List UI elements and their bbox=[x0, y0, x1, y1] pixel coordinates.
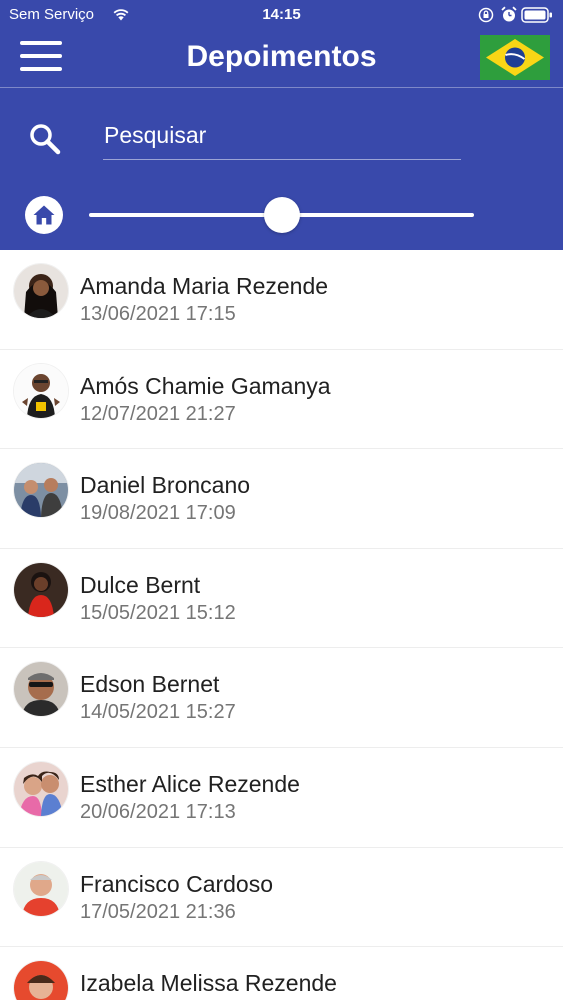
avatar bbox=[14, 264, 68, 318]
battery-icon bbox=[521, 7, 552, 23]
avatar bbox=[14, 761, 68, 816]
testimonial-date: 14/05/2021 15:27 bbox=[80, 701, 236, 724]
status-bar: Sem Serviço 14:15 bbox=[0, 0, 563, 30]
testimonial-name: Dulce Bernt bbox=[80, 571, 201, 598]
list-item[interactable]: Edson Bernet 14/05/2021 15:27 bbox=[0, 648, 563, 748]
testimonial-name: Francisco Cardoso bbox=[80, 870, 274, 897]
list-item[interactable]: Amós Chamie Gamanya 12/07/2021 21:27 bbox=[0, 350, 563, 450]
list-item[interactable]: Daniel Broncano 19/08/2021 17:09 bbox=[0, 449, 563, 549]
testimonial-name: Edson Bernet bbox=[80, 671, 220, 698]
orientation-lock-icon bbox=[478, 7, 494, 23]
top-bar: Depoimentos bbox=[0, 30, 563, 87]
slider-thumb[interactable] bbox=[263, 197, 300, 233]
alarm-icon bbox=[501, 6, 517, 22]
testimonial-date: 12/07/2021 21:27 bbox=[80, 402, 236, 425]
avatar bbox=[14, 662, 68, 717]
testimonial-name: Daniel Broncano bbox=[80, 472, 251, 499]
avatar bbox=[14, 861, 68, 916]
list-item[interactable]: Amanda Maria Rezende 13/06/2021 17:15 bbox=[0, 250, 563, 350]
list-item[interactable]: Esther Alice Rezende 20/06/2021 17:13 bbox=[0, 748, 563, 848]
testimonial-date: 19/08/2021 17:09 bbox=[80, 502, 236, 525]
testimonial-list: Amanda Maria Rezende 13/06/2021 17:15 Am… bbox=[0, 250, 563, 1000]
testimonial-date: 13/06/2021 17:15 bbox=[80, 303, 236, 325]
brazil-flag-icon[interactable] bbox=[480, 35, 550, 80]
testimonial-name: Amós Chamie Gamanya bbox=[80, 372, 331, 399]
testimonial-date: 17/05/2021 21:36 bbox=[80, 900, 236, 923]
list-item[interactable]: Francisco Cardoso 17/05/2021 21:36 bbox=[0, 848, 563, 948]
search-icon bbox=[30, 124, 61, 155]
testimonial-date: 20/06/2021 17:13 bbox=[80, 800, 236, 823]
avatar bbox=[14, 562, 68, 617]
avatar bbox=[14, 463, 68, 518]
testimonial-name: Esther Alice Rezende bbox=[80, 770, 300, 797]
avatar bbox=[14, 363, 68, 418]
app-header: Sem Serviço 14:15 Depoimentos bbox=[0, 0, 563, 250]
search-input[interactable] bbox=[103, 108, 461, 160]
testimonial-name: Izabela Melissa Rezende bbox=[80, 970, 337, 997]
page-title: Depoimentos bbox=[186, 40, 377, 73]
zoom-slider[interactable] bbox=[89, 197, 474, 233]
list-item[interactable]: Izabela Melissa Rezende bbox=[0, 947, 563, 1000]
list-item[interactable]: Dulce Bernt 15/05/2021 15:12 bbox=[0, 549, 563, 649]
avatar bbox=[14, 961, 68, 1000]
testimonial-date: 15/05/2021 15:12 bbox=[80, 601, 236, 624]
header-divider bbox=[0, 87, 563, 88]
testimonial-name: Amanda Maria Rezende bbox=[80, 273, 329, 299]
home-icon[interactable] bbox=[25, 196, 63, 234]
